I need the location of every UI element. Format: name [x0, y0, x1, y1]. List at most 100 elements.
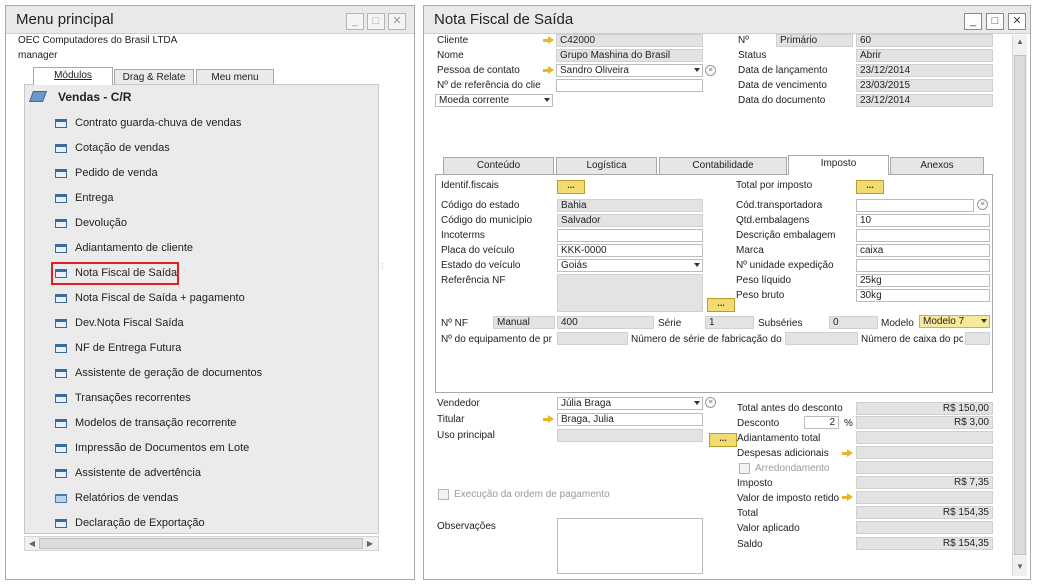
link-arrow-icon[interactable]: [842, 449, 853, 458]
venc-field[interactable]: 23/03/2015: [856, 79, 993, 92]
menu-item[interactable]: NF de Entrega Futura: [25, 336, 378, 361]
estveic-select[interactable]: Goiás: [557, 259, 703, 272]
h-scroll-thumb[interactable]: [39, 538, 363, 549]
modelo-select[interactable]: Modelo 7: [919, 315, 990, 328]
arred-field[interactable]: [856, 461, 993, 474]
menu-item[interactable]: Cotação de vendas: [25, 136, 378, 161]
tab-modulos[interactable]: Módulos: [33, 67, 113, 85]
vendas-section-header[interactable]: Vendas - C/R: [25, 85, 378, 109]
scroll-down-icon[interactable]: ▼: [1015, 562, 1025, 572]
desc-pct-field[interactable]: 2: [804, 416, 839, 429]
unidade-field[interactable]: [856, 259, 990, 272]
link-arrow-icon[interactable]: [543, 415, 554, 424]
ref-field[interactable]: [556, 79, 703, 92]
nf-num-field[interactable]: 400: [557, 316, 654, 329]
menu-item[interactable]: Nota Fiscal de Saída: [25, 261, 378, 286]
imposto-field[interactable]: R$ 7,35: [856, 476, 993, 489]
chevron-down-icon[interactable]: [981, 319, 987, 323]
status-field[interactable]: Abrir: [856, 49, 993, 62]
menu-item[interactable]: Pedido de venda: [25, 161, 378, 186]
lanc-field[interactable]: 23/12/2014: [856, 64, 993, 77]
tab-contabilidade[interactable]: Contabilidade: [659, 157, 787, 174]
menu-item[interactable]: Modelos de transação recorrente: [25, 411, 378, 436]
total-field[interactable]: R$ 154,35: [856, 506, 993, 519]
codmun-field[interactable]: Salvador: [557, 214, 703, 227]
serie-field[interactable]: 1: [705, 316, 754, 329]
currency-select[interactable]: Moeda corrente: [435, 94, 553, 107]
maximize-icon[interactable]: □: [986, 13, 1004, 30]
tab-conteudo[interactable]: Conteúdo: [443, 157, 554, 174]
details-icon[interactable]: ≡: [705, 65, 716, 76]
descemb-field[interactable]: [856, 229, 990, 242]
invoice-window-titlebar[interactable]: Nota Fiscal de Saída _ □ ✕: [424, 6, 1030, 34]
menu-item[interactable]: Relatórios de vendas: [25, 486, 378, 511]
obs-textarea[interactable]: [557, 518, 703, 574]
saldo-field[interactable]: R$ 154,35: [856, 537, 993, 550]
uso-more-button[interactable]: ...: [709, 433, 737, 447]
details-icon[interactable]: ≡: [977, 199, 988, 210]
uso-field[interactable]: [557, 429, 703, 442]
link-arrow-icon[interactable]: [543, 66, 554, 75]
incoterms-field[interactable]: [557, 229, 703, 242]
chevron-down-icon[interactable]: [694, 263, 700, 267]
menu-item[interactable]: Devolução: [25, 211, 378, 236]
codestado-field[interactable]: Bahia: [557, 199, 703, 212]
series-field[interactable]: Primário: [776, 34, 853, 47]
tab-anexos[interactable]: Anexos: [890, 157, 984, 174]
identif-more-button[interactable]: ...: [557, 180, 585, 194]
tab-meu-menu[interactable]: Meu menu: [196, 69, 274, 85]
desp-field[interactable]: [856, 446, 993, 459]
subseries-field[interactable]: 0: [829, 316, 878, 329]
scroll-left-icon[interactable]: ◀: [27, 539, 37, 549]
retido-field[interactable]: [856, 491, 993, 504]
maximize-icon[interactable]: □: [367, 13, 385, 30]
tab-imposto[interactable]: Imposto: [788, 155, 889, 175]
totimp-more-button[interactable]: ...: [856, 180, 884, 194]
titular-field[interactable]: Braga, Julia: [557, 413, 703, 426]
equip-field[interactable]: [557, 332, 628, 345]
menu-item[interactable]: Entrega: [25, 186, 378, 211]
close-icon[interactable]: ✕: [388, 13, 406, 30]
close-icon[interactable]: ✕: [1008, 13, 1026, 30]
tad-field[interactable]: R$ 150,00: [856, 402, 993, 415]
menu-item[interactable]: Dev.Nota Fiscal Saída: [25, 311, 378, 336]
menu-item[interactable]: Transações recorrentes: [25, 386, 378, 411]
doc-field[interactable]: 23/12/2014: [856, 94, 993, 107]
menu-item[interactable]: Declaração de Exportação: [25, 511, 378, 533]
pesoliq-field[interactable]: 25kg: [856, 274, 990, 287]
scroll-thumb[interactable]: [1014, 55, 1026, 555]
arred-checkbox[interactable]: [739, 463, 750, 474]
menu-horizontal-scrollbar[interactable]: ◀ ▶: [24, 536, 379, 551]
cliente-field[interactable]: C42000: [556, 34, 703, 47]
numserie-field[interactable]: [785, 332, 858, 345]
menu-item[interactable]: Adiantamento de cliente: [25, 236, 378, 261]
marca-field[interactable]: caixa: [856, 244, 990, 257]
caixa-field[interactable]: [965, 332, 990, 345]
menu-item[interactable]: Nota Fiscal de Saída + pagamento: [25, 286, 378, 311]
tab-drag-relate[interactable]: Drag & Relate: [114, 69, 194, 85]
contato-select[interactable]: Sandro Oliveira: [556, 64, 703, 77]
menu-item[interactable]: Impressão de Documentos em Lote: [25, 436, 378, 461]
num-field[interactable]: 60: [856, 34, 993, 47]
scroll-right-icon[interactable]: ▶: [365, 539, 375, 549]
adiant-field[interactable]: [856, 431, 993, 444]
refnf-more-button[interactable]: ...: [707, 298, 735, 312]
qtdemb-field[interactable]: 10: [856, 214, 990, 227]
placa-field[interactable]: KKK-0000: [557, 244, 703, 257]
aplicado-field[interactable]: [856, 521, 993, 534]
nome-field[interactable]: Grupo Mashina do Brasil: [556, 49, 703, 62]
menu-item[interactable]: Assistente de advertência: [25, 461, 378, 486]
chevron-down-icon[interactable]: [694, 401, 700, 405]
minimize-icon[interactable]: _: [346, 13, 364, 30]
resize-grip-icon[interactable]: ⁞: [381, 262, 389, 272]
nf-tipo-field[interactable]: Manual: [493, 316, 555, 329]
desc-field[interactable]: R$ 3,00: [856, 416, 993, 429]
codtransp-field[interactable]: [856, 199, 974, 212]
menu-item[interactable]: Contrato guarda-chuva de vendas: [25, 111, 378, 136]
chevron-down-icon[interactable]: [544, 98, 550, 102]
menu-window-titlebar[interactable]: Menu principal _ □ ✕: [6, 6, 414, 34]
vendedor-select[interactable]: Júlia Braga: [557, 397, 703, 410]
menu-item[interactable]: Assistente de geração de documentos: [25, 361, 378, 386]
invoice-vertical-scrollbar[interactable]: ▲ ▼: [1012, 35, 1027, 576]
tab-logistica[interactable]: Logística: [556, 157, 657, 174]
